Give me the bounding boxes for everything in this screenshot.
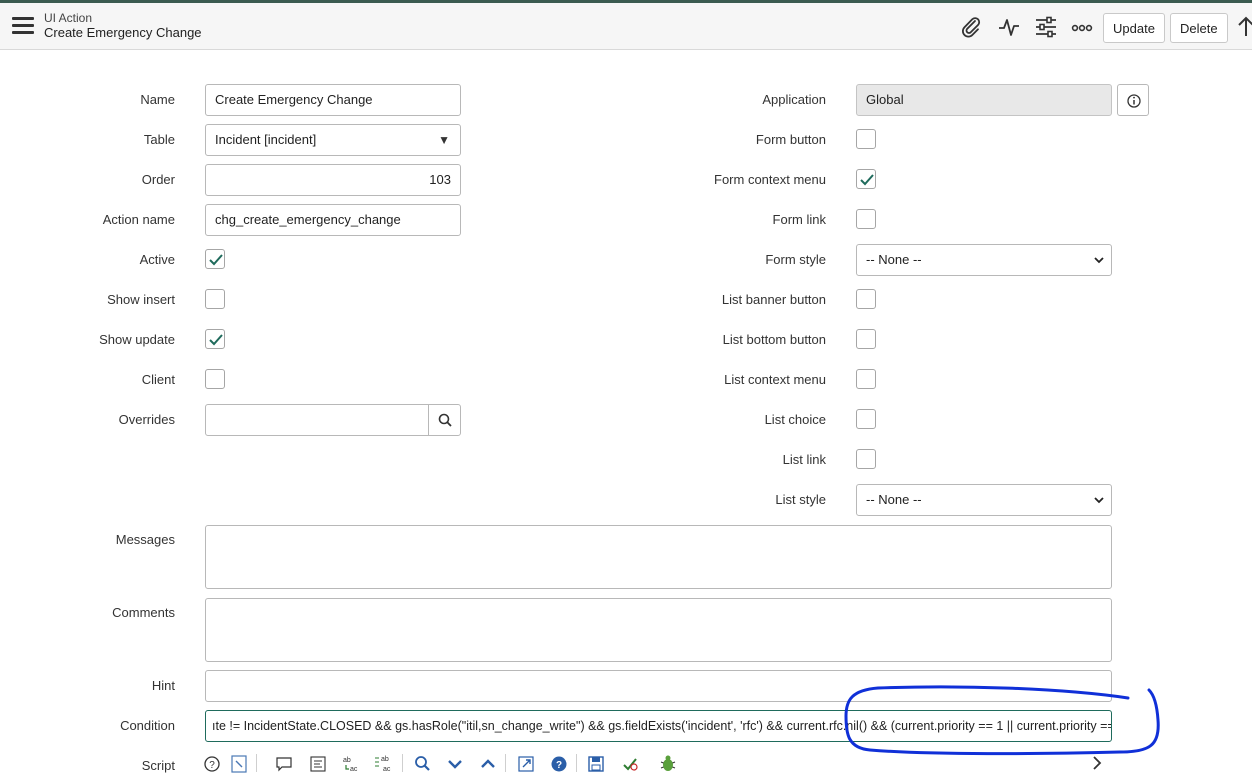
script-label: Script (141, 758, 175, 773)
show-insert-label: Show insert (107, 292, 175, 307)
format-code-icon[interactable] (307, 752, 329, 774)
show-update-checkbox[interactable] (205, 329, 225, 349)
name-field[interactable]: Create Emergency Change (205, 84, 461, 116)
paperclip-icon[interactable] (958, 14, 984, 40)
hint-label: Hint (151, 678, 175, 693)
client-label: Client (141, 372, 175, 387)
checkmark-icon (209, 254, 223, 266)
table-select[interactable]: Incident [incident] ▼ (205, 124, 461, 156)
application-field: Global (856, 84, 1112, 116)
form-button-label: Form button (755, 132, 826, 147)
list-style-select[interactable]: -- None -- (856, 484, 1112, 516)
form-link-label: Form link (772, 212, 826, 227)
condition-field[interactable]: ıte != IncidentState.CLOSED && gs.hasRol… (205, 710, 1112, 742)
condition-text: ıte != IncidentState.CLOSED && gs.hasRol… (212, 719, 1112, 733)
overrides-label: Overrides (118, 412, 175, 427)
record-title: Create Emergency Change (44, 25, 202, 40)
search-icon[interactable] (411, 752, 433, 774)
menu-icon[interactable] (12, 17, 34, 35)
order-field[interactable]: 103 (205, 164, 461, 196)
form-link-checkbox[interactable] (856, 209, 876, 229)
svg-text:ab: ab (343, 757, 351, 764)
form-context-menu-label: Form context menu (714, 172, 826, 187)
record-type: UI Action (44, 11, 93, 25)
search-icon[interactable] (428, 404, 461, 436)
name-label: Name (140, 92, 175, 107)
comments-textarea[interactable] (205, 598, 1112, 662)
find-next-icon[interactable] (444, 752, 466, 774)
info-icon[interactable] (1117, 84, 1149, 116)
active-checkbox[interactable] (205, 249, 225, 269)
form-style-label: Form style (765, 252, 826, 267)
update-button[interactable]: Update (1103, 13, 1165, 43)
bug-icon[interactable] (657, 752, 679, 774)
delete-button[interactable]: Delete (1170, 13, 1228, 43)
toggle-syntax-icon[interactable] (228, 752, 250, 774)
list-context-menu-label: List context menu (724, 372, 826, 387)
form-style-select[interactable]: -- None -- (856, 244, 1112, 276)
list-context-menu-checkbox[interactable] (856, 369, 876, 389)
messages-textarea[interactable] (205, 525, 1112, 589)
svg-text:ab: ab (381, 756, 389, 763)
comments-label: Comments (112, 605, 175, 620)
list-choice-checkbox[interactable] (856, 409, 876, 429)
client-checkbox[interactable] (205, 369, 225, 389)
action-name-field[interactable]: chg_create_emergency_change (205, 204, 461, 236)
list-link-label: List link (782, 452, 826, 467)
checkmark-icon (209, 334, 223, 346)
chevron-right-icon[interactable] (1086, 752, 1108, 774)
replace-icon[interactable]: ab ac (340, 752, 362, 774)
hint-field[interactable] (205, 670, 1112, 702)
comment-icon[interactable] (273, 752, 295, 774)
table-select-value: Incident [incident] (215, 132, 317, 147)
fullscreen-icon[interactable] (515, 752, 537, 774)
form-header: UI Action Create Emergency Change Update… (0, 0, 1252, 50)
svg-text:?: ? (209, 760, 215, 771)
messages-label: Messages (115, 532, 175, 547)
overrides-field[interactable] (205, 404, 429, 436)
form-style-value: -- None -- (866, 252, 922, 267)
info-circle-icon[interactable]: ? (548, 752, 570, 774)
list-bottom-button-label: List bottom button (722, 332, 826, 347)
chevron-down-icon (1094, 257, 1104, 264)
more-icon[interactable] (1070, 14, 1096, 40)
list-choice-label: List choice (764, 412, 826, 427)
list-link-checkbox[interactable] (856, 449, 876, 469)
show-update-label: Show update (99, 332, 175, 347)
checkmark-icon (860, 174, 874, 186)
show-insert-checkbox[interactable] (205, 289, 225, 309)
activity-icon[interactable] (996, 14, 1022, 40)
form-context-menu-checkbox[interactable] (856, 169, 876, 189)
list-banner-button-checkbox[interactable] (856, 289, 876, 309)
find-previous-icon[interactable] (477, 752, 499, 774)
save-icon[interactable] (585, 752, 607, 774)
arrow-up-icon[interactable] (1236, 14, 1252, 40)
chevron-down-icon (1094, 497, 1104, 504)
table-label: Table (143, 132, 175, 147)
replace-all-icon[interactable]: ab ac (373, 752, 395, 774)
help-icon[interactable]: ? (201, 752, 223, 774)
dropdown-caret-icon: ▼ (438, 133, 450, 147)
form-button-checkbox[interactable] (856, 129, 876, 149)
list-style-value: -- None -- (866, 492, 922, 507)
condition-label: Condition (120, 718, 175, 733)
svg-text:?: ? (556, 760, 562, 771)
sliders-icon[interactable] (1033, 14, 1059, 40)
order-label: Order (141, 172, 175, 187)
action-name-label: Action name (102, 212, 175, 227)
list-bottom-button-checkbox[interactable] (856, 329, 876, 349)
list-banner-button-label: List banner button (721, 292, 826, 307)
application-label: Application (762, 92, 826, 107)
active-label: Active (139, 252, 175, 267)
script-debugger-icon[interactable] (619, 752, 641, 774)
list-style-label: List style (775, 492, 826, 507)
